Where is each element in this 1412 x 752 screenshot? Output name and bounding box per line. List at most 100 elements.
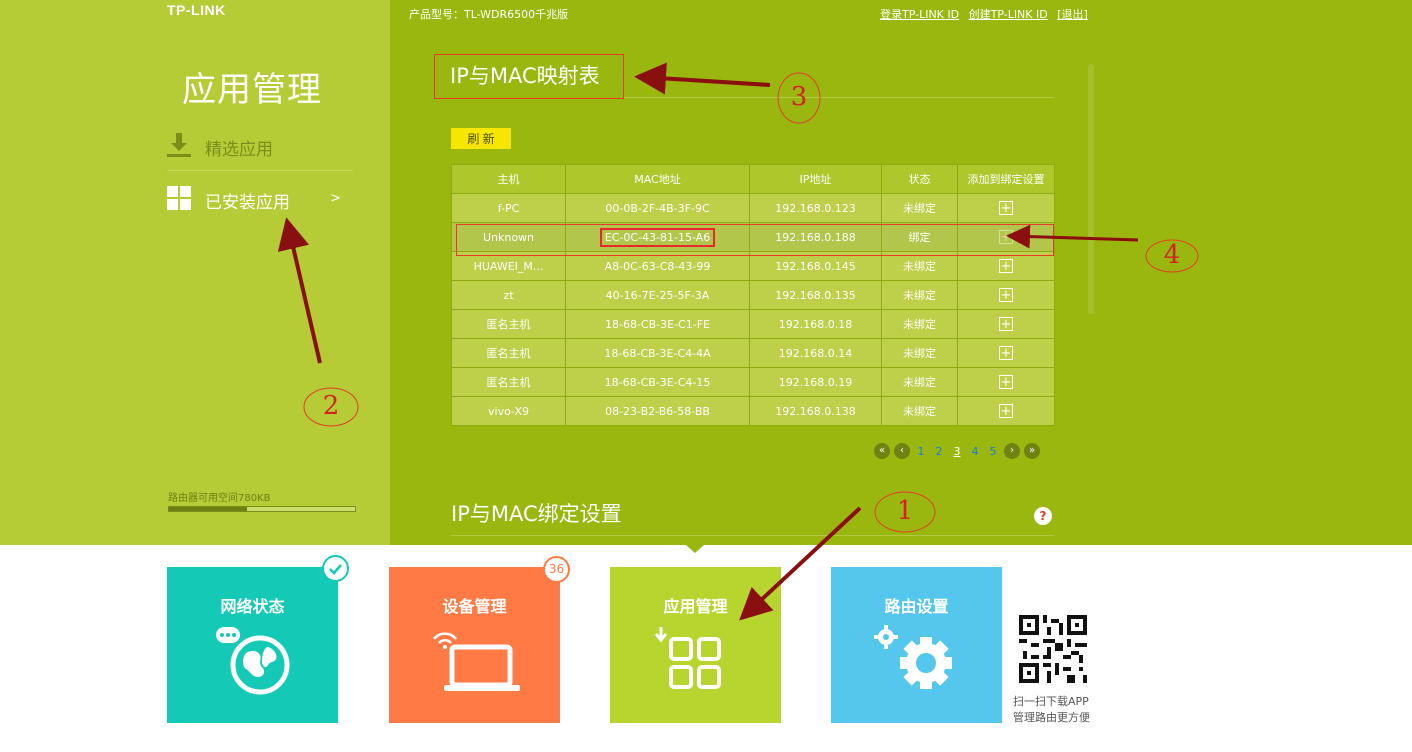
cell-add: + [957, 280, 1055, 310]
page-link-current[interactable]: 3 [950, 445, 964, 458]
tile-label: 网络状态 [220, 597, 285, 616]
cell-host: zt [451, 280, 566, 310]
device-count-badge: 36 [543, 556, 570, 583]
logout-link[interactable]: [退出] [1057, 8, 1088, 21]
cell-add: + [957, 251, 1055, 281]
add-bind-plus-icon[interactable]: + [999, 288, 1013, 302]
storage-bar-fill [169, 507, 248, 511]
section-title-ip-mac-map: IP与MAC映射表 [434, 54, 624, 99]
sidebar-title: 应用管理 [182, 70, 322, 110]
active-tab-pointer [686, 545, 704, 553]
page-link[interactable]: 5 [986, 445, 1000, 458]
storage-label: 路由器可用空间780KB [168, 493, 271, 504]
add-bind-plus-icon[interactable]: + [999, 259, 1013, 273]
storage-bar [168, 506, 356, 512]
cell-host: vivo-X9 [451, 396, 566, 426]
add-bind-plus-icon[interactable]: + [999, 346, 1013, 360]
cell-host: 匿名主机 [451, 367, 566, 397]
cell-ip: 192.168.0.18 [749, 309, 882, 339]
col-header-ip: IP地址 [749, 164, 882, 194]
cell-add: + [957, 193, 1055, 223]
table-row: Unknown EC-0C-43-81-15-A6 192.168.0.188 … [451, 222, 1055, 252]
tile-app-management[interactable]: 应用管理 [610, 567, 781, 723]
cell-status: 未绑定 [881, 280, 958, 310]
annotation-number: 2 [322, 391, 340, 421]
cell-mac: 18-68-CB-3E-C4-4A [565, 338, 750, 368]
tile-label: 路由设置 [884, 597, 949, 616]
add-bind-plus-icon[interactable]: + [999, 201, 1013, 215]
cell-host: f-PC [451, 193, 566, 223]
sidebar-item-label: 已安装应用 [205, 192, 290, 213]
sidebar-item-installed-apps[interactable]: 已安装应用 > [167, 177, 353, 223]
add-bind-plus-icon[interactable]: + [999, 317, 1013, 331]
tile-label: 设备管理 [442, 597, 507, 616]
login-link[interactable]: 登录TP-LINK ID [880, 8, 959, 21]
cell-host: Unknown [451, 222, 566, 252]
table-row: f-PC 00-0B-2F-4B-3F-9C 192.168.0.123 未绑定… [451, 193, 1055, 223]
sidebar-item-featured-apps[interactable]: 精选应用 [167, 124, 353, 171]
refresh-button[interactable]: 刷 新 [451, 128, 511, 149]
col-header-add-bind: 添加到绑定设置 [957, 164, 1055, 194]
qr-caption-line1: 扫一扫下载APP [1013, 695, 1089, 708]
next-page-icon[interactable]: › [1004, 443, 1020, 459]
tile-device-management[interactable]: 设备管理 [389, 567, 560, 723]
grid-icon [167, 186, 191, 214]
section-divider [624, 97, 1054, 98]
download-icon [167, 132, 191, 162]
laptop-icon [430, 625, 520, 699]
chevron-right-icon: > [330, 191, 341, 206]
page-link[interactable]: 4 [968, 445, 982, 458]
tile-router-settings[interactable]: 路由设置 [831, 567, 1002, 723]
add-bind-plus-icon[interactable]: + [999, 375, 1013, 389]
col-header-mac: MAC地址 [565, 164, 750, 194]
cell-status: 未绑定 [881, 309, 958, 339]
table-row: zt 40-16-7E-25-5F-3A 192.168.0.135 未绑定 + [451, 280, 1055, 310]
product-model: 产品型号：TL-WDR6500千兆版 [409, 8, 569, 21]
col-header-status: 状态 [881, 164, 958, 194]
add-bind-plus-icon[interactable]: + [999, 404, 1013, 418]
globe-icon [208, 625, 298, 699]
tile-network-status[interactable]: 网络状态 [167, 567, 338, 723]
prev-page-icon[interactable]: ‹ [894, 443, 910, 459]
header-links: 登录TP-LINK ID 创建TP-LINK ID [退出] [880, 6, 1094, 22]
table-header-row: 主机 MAC地址 IP地址 状态 添加到绑定设置 [451, 164, 1055, 194]
annotation-number: 1 [896, 496, 914, 526]
cell-ip: 192.168.0.145 [749, 251, 882, 281]
page-link[interactable]: 1 [914, 445, 928, 458]
table-row: 匿名主机 18-68-CB-3E-C4-4A 192.168.0.14 未绑定 … [451, 338, 1055, 368]
table-row: 匿名主机 18-68-CB-3E-C4-15 192.168.0.19 未绑定 … [451, 367, 1055, 397]
add-bind-plus-icon[interactable]: + [999, 230, 1013, 244]
page-link[interactable]: 2 [932, 445, 946, 458]
col-header-host: 主机 [451, 164, 566, 194]
cell-ip: 192.168.0.188 [749, 222, 882, 252]
cell-host: HUAWEI_M... [451, 251, 566, 281]
cell-mac: 00-0B-2F-4B-3F-9C [565, 193, 750, 223]
ip-mac-table: 主机 MAC地址 IP地址 状态 添加到绑定设置 f-PC 00-0B-2F-4… [451, 164, 1055, 426]
cell-status: 绑定 [881, 222, 958, 252]
cell-host: 匿名主机 [451, 338, 566, 368]
last-page-icon[interactable]: » [1024, 443, 1040, 459]
cell-ip: 192.168.0.14 [749, 338, 882, 368]
cell-status: 未绑定 [881, 338, 958, 368]
help-icon[interactable]: ? [1034, 507, 1052, 525]
first-page-icon[interactable]: « [874, 443, 890, 459]
annotation-number: 3 [790, 82, 808, 112]
tp-link-logo: TP-LINK [167, 2, 226, 18]
scrollbar[interactable] [1088, 64, 1094, 314]
sidebar-item-label: 精选应用 [205, 139, 273, 160]
cell-ip: 192.168.0.138 [749, 396, 882, 426]
table-row: HUAWEI_M... A8-0C-63-C8-43-99 192.168.0.… [451, 251, 1055, 281]
check-badge [322, 555, 349, 582]
qr-code-icon [1019, 615, 1087, 683]
cell-ip: 192.168.0.123 [749, 193, 882, 223]
apps-grid-icon [651, 625, 741, 699]
cell-mac: 08-23-B2-B6-58-BB [565, 396, 750, 426]
cell-add: + [957, 396, 1055, 426]
section-divider [451, 535, 1054, 536]
cell-status: 未绑定 [881, 367, 958, 397]
annotation-number: 4 [1163, 240, 1181, 270]
pagination: « ‹ 1 2 3 4 5 › » [874, 443, 1040, 459]
create-id-link[interactable]: 创建TP-LINK ID [969, 8, 1048, 21]
cell-ip: 192.168.0.135 [749, 280, 882, 310]
cell-status: 未绑定 [881, 396, 958, 426]
